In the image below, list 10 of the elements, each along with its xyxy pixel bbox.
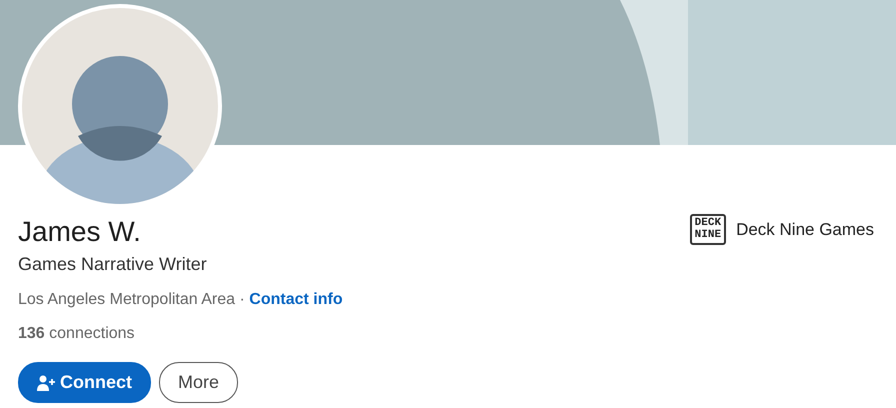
- company-logo: DECK NINE: [690, 214, 726, 246]
- connect-button[interactable]: Connect: [18, 362, 151, 403]
- headline: Games Narrative Writer: [18, 253, 208, 276]
- more-button[interactable]: More: [159, 362, 238, 403]
- contact-info-link[interactable]: Contact info: [249, 291, 343, 308]
- add-person-icon: [37, 374, 55, 390]
- profile-name: James W.: [18, 215, 141, 249]
- connections-count: 136 connections: [18, 324, 136, 344]
- company-name[interactable]: Deck Nine Games: [736, 216, 874, 242]
- location-text: Los Angeles Metropolitan Area ·: [18, 291, 245, 308]
